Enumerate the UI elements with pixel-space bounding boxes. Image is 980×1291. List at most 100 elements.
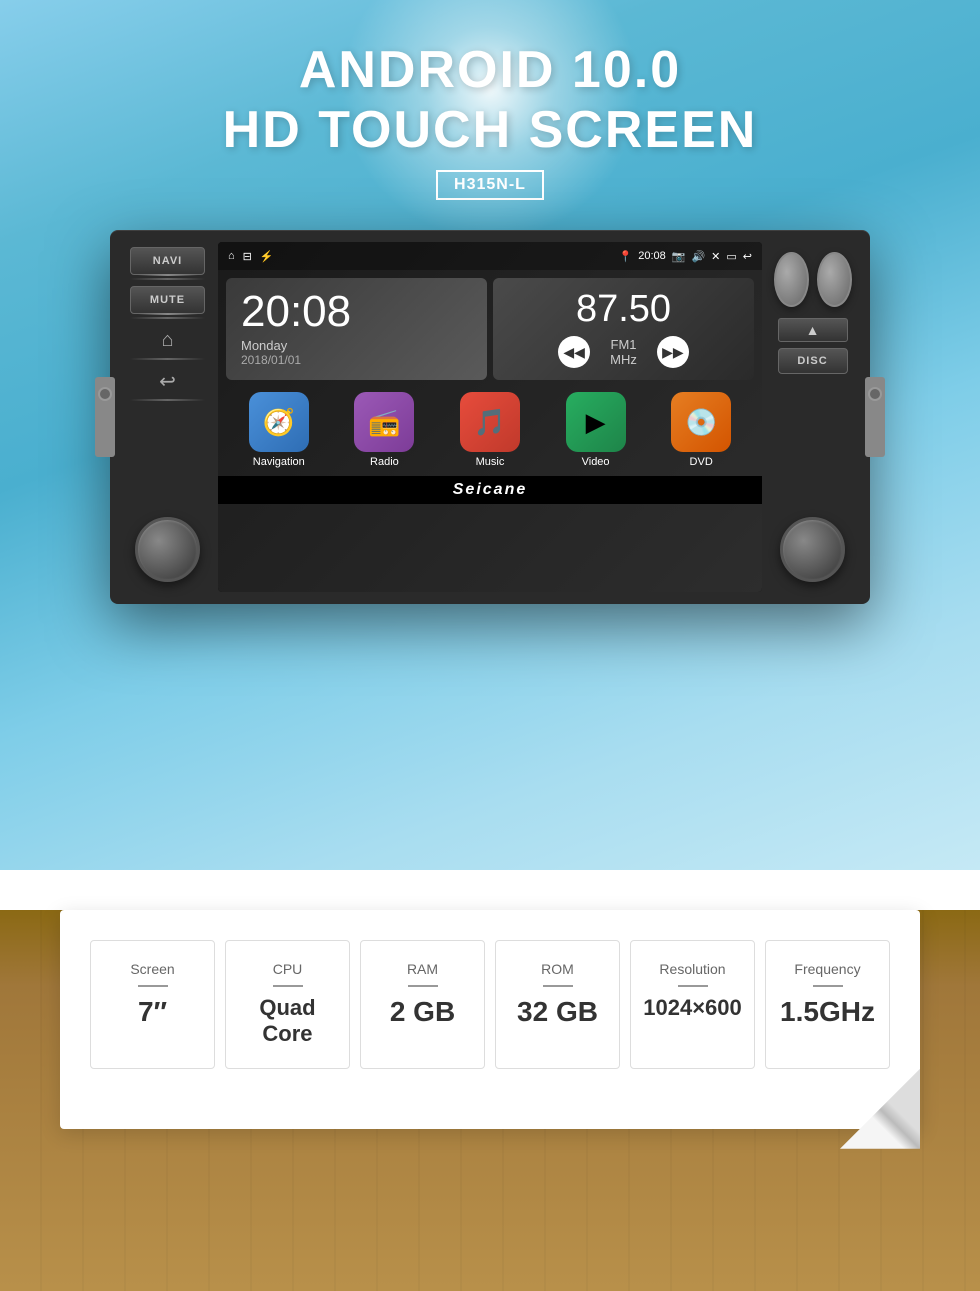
home-button[interactable]: ⌂ [148, 325, 188, 355]
stereo-inner: NAVI MUTE ⌂ ↩ [125, 242, 855, 592]
location-icon: 📍 [619, 250, 633, 263]
close-icon: ✕ [711, 250, 720, 263]
widgets-row: 20:08 Monday 2018/01/01 87.50 ◀◀ FM1 [218, 270, 762, 386]
radio-controls: ◀◀ FM1 MHz ▶▶ [558, 336, 689, 368]
bottom-section: Screen 7″ CPU Quad Core RAM 2 GB ROM 32 … [0, 910, 980, 1291]
seicane-logo: Seicane [453, 481, 527, 499]
branding-bar: Seicane [218, 476, 762, 504]
spec-rom: ROM 32 GB [495, 940, 620, 1069]
mute-btn-line [130, 317, 205, 319]
dvd-icon: 💿 [671, 392, 731, 452]
apps-row: 🧭 Navigation 📻 Radio 🎵 Music [218, 386, 762, 476]
spec-screen-divider [138, 985, 168, 987]
model-badge: H315N-L [436, 170, 544, 200]
spec-rom-value: 32 GB [517, 995, 598, 1029]
back-btn-group: ↩ [130, 366, 205, 401]
video-icon: ▶ [566, 392, 626, 452]
radio-station: FM1 [610, 337, 637, 352]
spec-screen-label: Screen [130, 961, 174, 977]
spec-cpu-value: Quad Core [259, 995, 315, 1048]
back-nav-icon: ↩ [743, 250, 752, 263]
app-navigation[interactable]: 🧭 Navigation [249, 392, 309, 468]
spec-ram-label: RAM [407, 961, 438, 977]
navi-button[interactable]: NAVI [130, 247, 205, 275]
radio-prev-button[interactable]: ◀◀ [558, 336, 590, 368]
nav-label: Navigation [253, 456, 305, 468]
right-knob-right[interactable] [817, 252, 852, 307]
spec-rom-divider [543, 985, 573, 987]
radio-widget: 87.50 ◀◀ FM1 MHz ▶▶ [493, 278, 754, 380]
spec-cpu-divider [273, 985, 303, 987]
radio-unit: MHz [610, 352, 637, 367]
music-icon: 🎵 [460, 392, 520, 452]
right-knob-area [780, 380, 845, 587]
clock-day: Monday [241, 338, 472, 353]
spec-ram-divider [408, 985, 438, 987]
left-knob[interactable] [135, 517, 200, 582]
spec-resolution-label: Resolution [659, 961, 725, 977]
clock-time: 20:08 [241, 290, 472, 334]
app-music[interactable]: 🎵 Music [460, 392, 520, 468]
home-btn-group: ⌂ [130, 325, 205, 360]
header-text: ANDROID 10.0 HD TOUCH SCREEN H315N-L [223, 40, 758, 200]
spec-screen-value: 7″ [138, 995, 167, 1029]
eject-button[interactable]: ▲ [778, 318, 848, 342]
video-label: Video [582, 456, 610, 468]
spec-resolution: Resolution 1024×600 [630, 940, 755, 1069]
stereo-container: NAVI MUTE ⌂ ↩ [110, 230, 870, 604]
app-dvd[interactable]: 💿 DVD [671, 392, 731, 468]
nav-icon: 🧭 [249, 392, 309, 452]
bracket-right [865, 377, 885, 457]
status-right: 📍 20:08 📷 🔊 ✕ ▭ ↩ [619, 250, 752, 263]
spec-frequency-value: 1.5GHz [780, 995, 875, 1029]
android-screen: ⌂ ⊟ ⚡ 📍 20:08 📷 🔊 ✕ ▭ ↩ [218, 242, 762, 592]
radio-next-button[interactable]: ▶▶ [657, 336, 689, 368]
volume-icon: 🔊 [691, 250, 705, 263]
usb-icon: ⚡ [260, 250, 274, 263]
disc-button[interactable]: DISC [778, 348, 848, 374]
radio-icon: 📻 [354, 392, 414, 452]
left-panel: NAVI MUTE ⌂ ↩ [125, 242, 210, 592]
spec-rom-label: ROM [541, 961, 574, 977]
radio-info: FM1 MHz [610, 337, 637, 367]
navi-btn-line [130, 278, 205, 280]
spec-cpu-label: CPU [273, 961, 303, 977]
status-time: 20:08 [638, 250, 666, 262]
camera-icon: 📷 [672, 250, 686, 263]
back-button[interactable]: ↩ [148, 366, 188, 396]
home-status-icon: ⌂ [228, 250, 235, 262]
spec-cpu: CPU Quad Core [225, 940, 350, 1069]
stereo-unit: NAVI MUTE ⌂ ↩ [110, 230, 870, 604]
music-label: Music [476, 456, 505, 468]
screen-area: ⌂ ⊟ ⚡ 📍 20:08 📷 🔊 ✕ ▭ ↩ [218, 242, 762, 592]
back-btn-line [130, 399, 205, 401]
specs-card: Screen 7″ CPU Quad Core RAM 2 GB ROM 32 … [60, 910, 920, 1129]
spec-frequency-divider [813, 985, 843, 987]
mute-button[interactable]: MUTE [130, 286, 205, 314]
spec-ram: RAM 2 GB [360, 940, 485, 1069]
clock-widget: 20:08 Monday 2018/01/01 [226, 278, 487, 380]
right-main-knob[interactable] [780, 517, 845, 582]
navi-btn-group: NAVI [130, 247, 205, 280]
bracket-left [95, 377, 115, 457]
app-radio[interactable]: 📻 Radio [354, 392, 414, 468]
spec-frequency-label: Frequency [794, 961, 860, 977]
spec-screen: Screen 7″ [90, 940, 215, 1069]
spec-ram-value: 2 GB [390, 995, 455, 1029]
status-bar: ⌂ ⊟ ⚡ 📍 20:08 📷 🔊 ✕ ▭ ↩ [218, 242, 762, 270]
spec-resolution-divider [678, 985, 708, 987]
right-panel: ▲ DISC [770, 242, 855, 592]
radio-frequency: 87.50 [576, 290, 671, 328]
top-section: ANDROID 10.0 HD TOUCH SCREEN H315N-L NAV… [0, 0, 980, 870]
right-knob-left[interactable] [774, 252, 809, 307]
battery-icon: ▭ [726, 250, 736, 263]
app-video[interactable]: ▶ Video [566, 392, 626, 468]
bookmark-icon: ⊟ [243, 250, 252, 263]
clock-date: 2018/01/01 [241, 353, 472, 367]
dvd-label: DVD [690, 456, 713, 468]
spec-resolution-value: 1024×600 [643, 995, 742, 1021]
mute-btn-group: MUTE [130, 286, 205, 319]
status-left: ⌂ ⊟ ⚡ [228, 250, 274, 263]
title-line1: ANDROID 10.0 [223, 40, 758, 100]
left-knob-area [135, 407, 200, 587]
